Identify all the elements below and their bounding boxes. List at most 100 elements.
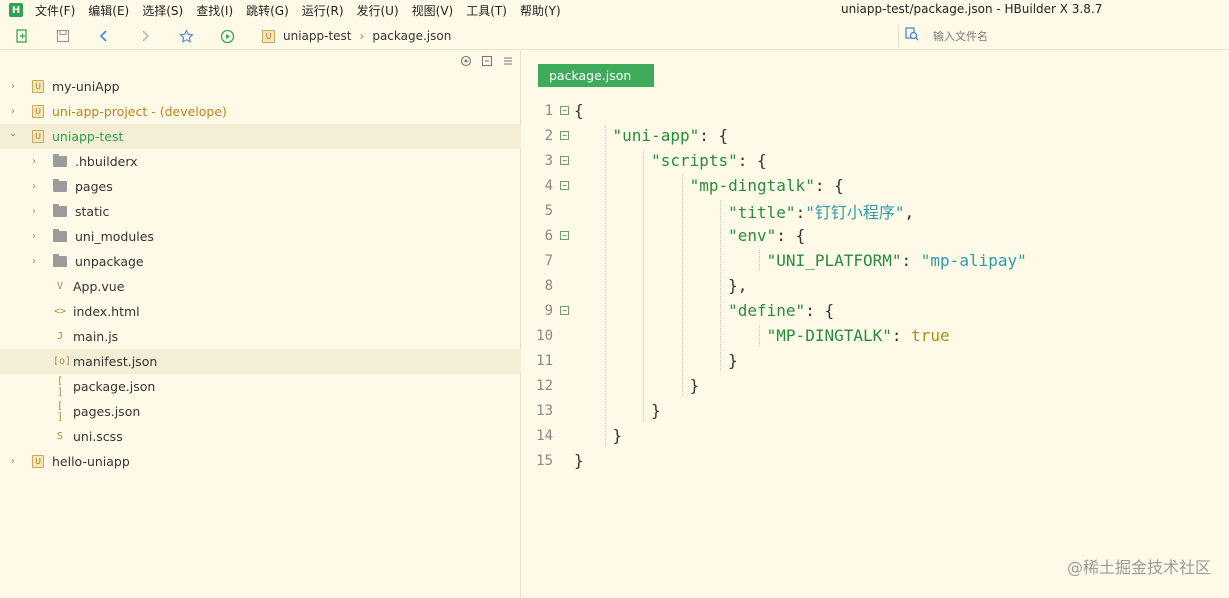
file-item[interactable]: Jmain.js	[0, 324, 521, 349]
code-token: }	[574, 401, 661, 420]
code-token: "钉钉小程序"	[805, 202, 905, 222]
code-line[interactable]: 1−{	[522, 98, 1229, 123]
line-number: 11	[536, 352, 553, 369]
run-icon[interactable]	[217, 26, 237, 46]
tree-item-label: uni_modules	[75, 229, 154, 244]
chevron-right-icon[interactable]: ›	[6, 456, 20, 467]
code-line[interactable]: 6− "env": {	[522, 223, 1229, 248]
star-icon[interactable]	[176, 26, 196, 46]
code-line[interactable]: 5 "title":"钉钉小程序",	[522, 198, 1229, 223]
code-token: "env"	[728, 226, 777, 245]
breadcrumb-project[interactable]: uniapp-test	[283, 29, 352, 43]
code-line[interactable]: 13 }	[522, 398, 1229, 423]
code-line[interactable]: 4− "mp-dingtalk": {	[522, 173, 1229, 198]
window-title: uniapp-test/package.json - HBuilder X 3.…	[841, 2, 1103, 16]
menu-item[interactable]: 帮助(Y)	[520, 2, 561, 19]
chevron-right-icon[interactable]: ›	[27, 231, 41, 242]
line-number: 6	[544, 227, 553, 244]
fold-toggle-icon[interactable]: −	[560, 181, 569, 190]
code-token: "mp-dingtalk"	[689, 176, 815, 195]
folder-item[interactable]: › pages	[0, 174, 521, 199]
menu-item[interactable]: 跳转(G)	[246, 2, 289, 19]
new-file-icon[interactable]	[12, 26, 32, 46]
tree-item-label: main.js	[73, 329, 119, 344]
code-line[interactable]: 9− "define": {	[522, 298, 1229, 323]
folder-icon	[53, 154, 67, 167]
tree-item-label: unpackage	[75, 254, 144, 269]
code-text: "env": {	[574, 226, 805, 245]
line-number: 12	[536, 377, 553, 394]
forward-arrow-icon[interactable]	[135, 26, 155, 46]
chevron-down-icon[interactable]: ⌄	[6, 128, 20, 139]
code-line[interactable]: 10 "MP-DINGTALK": true	[522, 323, 1229, 348]
chevron-right-icon[interactable]: ›	[6, 81, 20, 92]
menu-icon[interactable]	[502, 55, 514, 70]
search-input[interactable]	[933, 29, 1193, 43]
save-icon[interactable]	[53, 26, 73, 46]
menu-item[interactable]: 工具(T)	[466, 2, 507, 19]
line-number: 13	[536, 402, 553, 419]
fold-toggle-icon[interactable]: −	[560, 231, 569, 240]
code-token: }	[574, 451, 584, 470]
code-line[interactable]: 15}	[522, 448, 1229, 473]
code-token: "uni-app"	[612, 126, 700, 145]
back-arrow-icon[interactable]	[94, 26, 114, 46]
fold-toggle-icon[interactable]: −	[560, 156, 569, 165]
code-line[interactable]: 2− "uni-app": {	[522, 123, 1229, 148]
folder-item[interactable]: › uni_modules	[0, 224, 521, 249]
tab-package-json[interactable]: package.json	[538, 64, 654, 87]
file-item[interactable]: [o] manifest.json	[0, 349, 521, 374]
folder-item[interactable]: › .hbuilderx	[0, 149, 521, 174]
code-line[interactable]: 11 }	[522, 348, 1229, 373]
code-token: }	[574, 426, 623, 445]
code-token: "mp-alipay"	[920, 251, 1027, 270]
menu-item[interactable]: 文件(F)	[35, 2, 75, 19]
code-token: "title"	[728, 202, 796, 222]
code-text: }	[574, 426, 623, 445]
file-item[interactable]: [ ] pages.json	[0, 399, 521, 424]
file-item[interactable]: Suni.scss	[0, 424, 521, 449]
menu-item[interactable]: 查找(I)	[196, 2, 233, 19]
folder-item[interactable]: › unpackage	[0, 249, 521, 274]
project-icon: U	[32, 130, 44, 143]
code-line[interactable]: 8 },	[522, 273, 1229, 298]
code-line[interactable]: 7 "UNI_PLATFORM": "mp-alipay"	[522, 248, 1229, 273]
code-token: }	[574, 351, 738, 370]
project-item[interactable]: › Uuni-app-project - (develope)	[0, 99, 521, 124]
tree-item-label: static	[75, 204, 110, 219]
folder-item[interactable]: › static	[0, 199, 521, 224]
fold-toggle-icon[interactable]: −	[560, 106, 569, 115]
fold-toggle-icon[interactable]: −	[560, 306, 569, 315]
chevron-right-icon[interactable]: ›	[27, 256, 41, 267]
menu-item[interactable]: 发行(U)	[357, 2, 399, 19]
file-icon: V	[56, 281, 64, 292]
code-token: :	[901, 251, 921, 270]
file-item[interactable]: <> index.html	[0, 299, 521, 324]
fold-toggle-icon[interactable]: −	[560, 131, 569, 140]
code-token: },	[574, 276, 748, 295]
line-number: 14	[536, 427, 553, 444]
file-item[interactable]: [ ] package.json	[0, 374, 521, 399]
code-line[interactable]: 12 }	[522, 373, 1229, 398]
menu-item[interactable]: 运行(R)	[302, 2, 344, 19]
chevron-right-icon[interactable]: ›	[6, 106, 20, 117]
chevron-right-icon[interactable]: ›	[27, 181, 41, 192]
menu-item[interactable]: 选择(S)	[142, 2, 183, 19]
menu-item[interactable]: 编辑(E)	[88, 2, 129, 19]
breadcrumb-file[interactable]: package.json	[372, 29, 451, 43]
code-token: "MP-DINGTALK"	[766, 326, 892, 345]
chevron-right-icon[interactable]: ›	[27, 156, 41, 167]
locate-icon[interactable]	[460, 55, 472, 70]
collapse-all-icon[interactable]	[481, 55, 493, 70]
project-item[interactable]: › Umy-uniApp	[0, 74, 521, 99]
file-search	[898, 25, 1229, 47]
code-line[interactable]: 3− "scripts": {	[522, 148, 1229, 173]
file-item[interactable]: V App.vue	[0, 274, 521, 299]
menu-item[interactable]: 视图(V)	[412, 2, 454, 19]
chevron-right-icon[interactable]: ›	[27, 206, 41, 217]
tree-item-label: .hbuilderx	[75, 154, 138, 169]
code-line[interactable]: 14 }	[522, 423, 1229, 448]
project-item[interactable]: › Uhello-uniapp	[0, 449, 521, 474]
project-item[interactable]: ⌄ Uuniapp-test	[0, 124, 521, 149]
